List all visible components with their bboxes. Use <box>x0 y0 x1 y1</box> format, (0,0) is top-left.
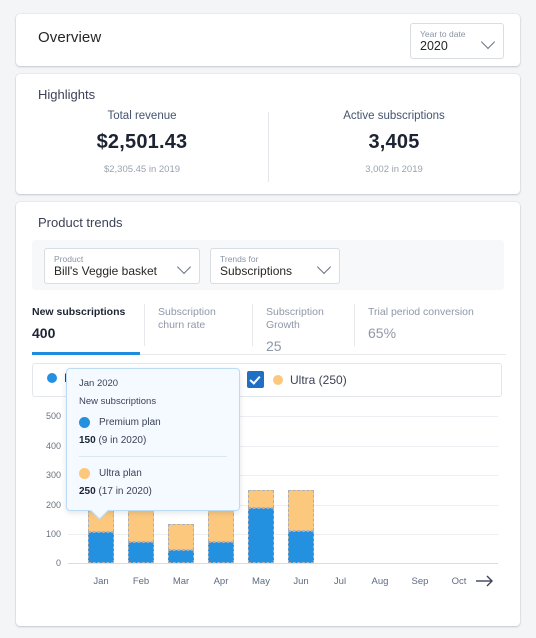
arrow-right-icon[interactable] <box>474 572 496 590</box>
x-axis-tick-jan: Jan <box>93 576 109 587</box>
bar-segment-premium <box>168 549 194 563</box>
tab-subscription-growth[interactable]: Subscription Growth 25 <box>252 302 354 354</box>
overview-card: Overview Year to date 2020 <box>16 14 520 66</box>
metric-value: $2,501.43 <box>96 131 188 153</box>
bar-segment-ultra <box>128 508 154 543</box>
bar-group-feb[interactable] <box>128 508 154 563</box>
y-axis-tick: 400 <box>45 440 61 451</box>
x-axis-tick-apr: Apr <box>213 576 229 587</box>
metric-subtext: 3,002 in 2019 <box>365 164 423 175</box>
product-trends-title: Product trends <box>38 215 123 230</box>
trends-for-select-value: Subscriptions <box>220 264 293 278</box>
x-axis-tick-oct: Oct <box>451 576 467 587</box>
x-axis-line: 0 <box>56 558 498 568</box>
bar-segment-ultra <box>248 489 274 509</box>
y-axis-tick: 0 <box>55 558 61 568</box>
legend-color-dot-ultra <box>273 374 283 385</box>
bar-segment-ultra <box>168 523 194 550</box>
x-axis-tick-may: May <box>252 576 270 587</box>
y-axis-tick: 200 <box>45 499 61 510</box>
highlights-title: Highlights <box>38 87 96 102</box>
trends-for-select[interactable]: Trends for Subscriptions <box>210 248 340 284</box>
tooltip-value-number: 150 <box>79 435 96 446</box>
metric-tabs: New subscriptions 400 Subscription churn… <box>32 302 506 355</box>
highlights-metrics: Total revenue $2,501.43 $2,305.45 in 201… <box>16 110 520 182</box>
tooltip-title: Jan 2020 <box>79 378 119 389</box>
tooltip-divider <box>79 456 227 457</box>
legend-label: Ultra (250) <box>290 372 347 387</box>
chevron-down-icon <box>176 259 192 275</box>
tooltip-value-note: (9 in 2020) <box>98 435 147 446</box>
bar-segment-premium <box>128 542 154 563</box>
bar-group-apr[interactable] <box>208 508 234 563</box>
highlights-card: Highlights Total revenue $2,501.43 $2,30… <box>16 74 520 194</box>
tab-value: 65% <box>368 325 397 341</box>
x-axis-tick-jul: Jul <box>333 576 347 587</box>
tab-subscription-churn-rate[interactable]: Subscription churn rate <box>144 302 252 354</box>
tab-label: Subscription churn rate <box>158 306 216 331</box>
tooltip-series-name: Premium plan <box>99 417 161 428</box>
bar-segment-ultra <box>288 490 314 531</box>
product-select-label: Product <box>54 254 84 264</box>
tooltip-value-ultra: 250 (17 in 2020) <box>79 486 227 497</box>
x-axis-tick-feb: Feb <box>132 576 150 587</box>
legend-checkbox-ultra[interactable] <box>247 371 264 388</box>
tooltip-value-note: (17 in 2020) <box>98 486 152 497</box>
tooltip-row-premium: Premium plan <box>79 417 227 428</box>
tab-label: Subscription Growth <box>266 306 324 331</box>
bar-segment-ultra <box>208 508 234 543</box>
filters-bar: Product Bill's Veggie basket Trends for … <box>32 240 504 290</box>
legend-item-ultra[interactable]: Ultra (250) <box>247 371 347 388</box>
tab-label: Trial period conversion <box>368 306 474 318</box>
tab-value: 25 <box>266 338 282 354</box>
metric-total-revenue: Total revenue $2,501.43 $2,305.45 in 201… <box>16 110 268 175</box>
tooltip-value-premium: 150 (9 in 2020) <box>79 435 227 446</box>
year-select-value: 2020 <box>420 39 448 53</box>
page-title: Overview <box>38 29 102 46</box>
bar-segment-premium <box>208 542 234 563</box>
y-axis-tick: 300 <box>45 470 61 481</box>
bar-group-may[interactable] <box>248 489 274 563</box>
metric-label: Active subscriptions <box>343 110 445 122</box>
bar-group-mar[interactable] <box>168 523 194 563</box>
bar-segment-premium <box>288 531 314 563</box>
tab-trial-period-conversion[interactable]: Trial period conversion 65% <box>354 302 488 354</box>
bar-segment-premium <box>88 531 114 563</box>
tooltip-color-dot-premium <box>79 417 90 428</box>
legend-color-dot-premium <box>47 373 57 383</box>
tooltip-color-dot-ultra <box>79 468 90 479</box>
metric-label: Total revenue <box>107 110 177 122</box>
y-axis-tick: 100 <box>45 529 61 540</box>
product-select-value: Bill's Veggie basket <box>54 264 158 278</box>
y-axis-tick: 500 <box>45 411 61 421</box>
chevron-down-icon <box>480 34 496 50</box>
product-select[interactable]: Product Bill's Veggie basket <box>44 248 200 284</box>
bar-segment-premium <box>248 508 274 563</box>
trends-for-select-label: Trends for <box>220 254 259 264</box>
tooltip-row-ultra: Ultra plan <box>79 468 227 479</box>
tooltip-subtitle: New subscriptions <box>79 396 157 407</box>
dashboard-page: Overview Year to date 2020 Highlights To… <box>0 0 536 638</box>
x-axis-tick-mar: Mar <box>172 576 190 587</box>
x-axis-tick-sep: Sep <box>411 576 429 587</box>
tooltip-series-name: Ultra plan <box>99 468 142 479</box>
x-axis-tick-jun: Jun <box>293 576 309 587</box>
year-select-label: Year to date <box>420 29 466 39</box>
chart-tooltip: Jan 2020 New subscriptions Premium plan … <box>66 368 240 520</box>
tab-value: 400 <box>32 325 56 341</box>
x-axis-tick-aug: Aug <box>371 576 389 587</box>
chevron-down-icon <box>316 259 332 275</box>
metric-active-subscriptions: Active subscriptions 3,405 3,002 in 2019 <box>268 110 520 182</box>
metric-subtext: $2,305.45 in 2019 <box>103 164 181 175</box>
tab-new-subscriptions[interactable]: New subscriptions 400 <box>32 302 144 355</box>
year-to-date-select[interactable]: Year to date 2020 <box>410 23 504 59</box>
tooltip-value-number: 250 <box>79 486 96 497</box>
bar-group-jun[interactable] <box>288 490 314 563</box>
tab-label: New subscriptions <box>32 306 126 318</box>
metric-value: 3,405 <box>368 131 420 153</box>
